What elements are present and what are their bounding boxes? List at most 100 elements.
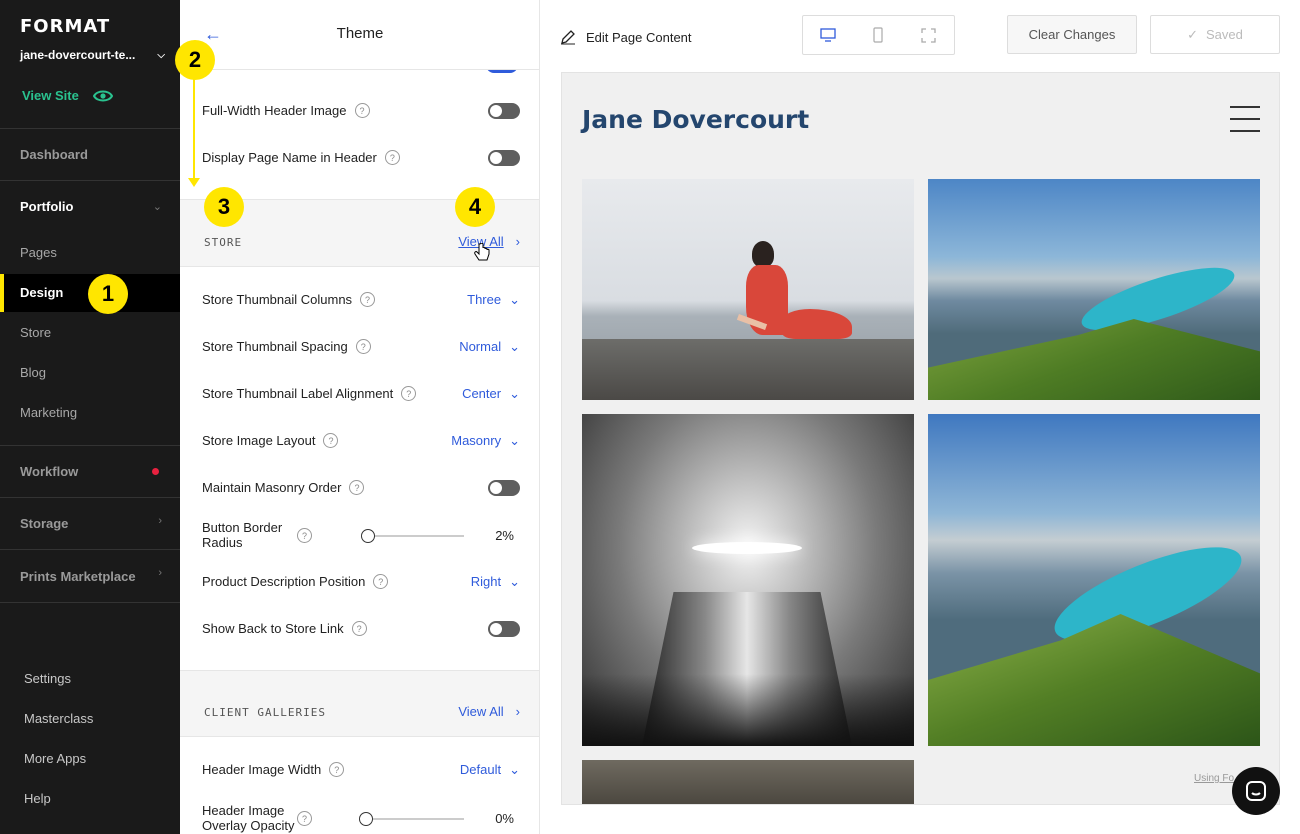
setting-thumb-columns: Store Thumbnail Columns? Three ⌄ (202, 292, 520, 307)
site-preview: Jane Dovercourt Using Fo (561, 72, 1280, 805)
setting-label-alignment: Store Thumbnail Label Alignment? Center ⌄ (202, 386, 520, 401)
help-icon[interactable]: ? (349, 480, 365, 495)
format-logo[interactable]: FORMAT (20, 16, 110, 37)
chevron-down-icon: ⌵ (157, 49, 165, 61)
sidebar-item-help[interactable]: Help (24, 791, 51, 806)
sidebar-item-portfolio[interactable]: Portfolio (20, 199, 73, 214)
section-title: STORE (204, 236, 243, 249)
view-site-link[interactable]: View Site (22, 88, 113, 103)
fullscreen-button[interactable] (904, 16, 954, 54)
chevron-down-icon: ⌄ (509, 385, 520, 401)
chevron-down-icon: ⌄ (509, 573, 520, 589)
pencil-icon (561, 30, 575, 45)
sidebar-item-marketing[interactable]: Marketing (20, 405, 77, 420)
annotation-badge-3: 3 (204, 187, 244, 227)
gallery-image-partial[interactable] (582, 760, 914, 804)
select-value: Center (462, 386, 502, 401)
panel-title: Theme (336, 25, 384, 42)
select-value: Three (467, 292, 502, 307)
device-toggle-group (802, 15, 955, 55)
label-alignment-select[interactable]: Center ⌄ (462, 386, 520, 402)
clear-changes-button[interactable]: Clear Changes (1007, 15, 1137, 54)
mobile-view-button[interactable] (853, 16, 903, 54)
divider (0, 180, 180, 181)
toggle-switch[interactable] (488, 102, 520, 119)
using-format-link[interactable]: Using Fo (1194, 773, 1234, 784)
setting-masonry-order: Maintain Masonry Order? (202, 479, 520, 496)
setting-label: Product Description Position (202, 574, 366, 589)
slider-value: 0% (495, 811, 514, 826)
chevron-down-icon: ⌄ (509, 761, 520, 777)
sidebar-item-storage[interactable]: Storage (20, 516, 68, 531)
annotation-arrowhead (188, 178, 200, 187)
help-icon[interactable]: ? (373, 574, 389, 589)
section-title: CLIENT GALLERIES (204, 706, 326, 719)
help-icon[interactable]: ? (329, 762, 345, 777)
overlay-opacity-slider[interactable] (359, 812, 464, 826)
divider (0, 445, 180, 446)
desktop-view-button[interactable] (803, 16, 853, 54)
chat-launcher-button[interactable] (1232, 767, 1280, 815)
setting-label: Display Page Name in Header (202, 150, 377, 165)
setting-image-layout: Store Image Layout? Masonry ⌄ (202, 433, 520, 448)
border-radius-slider[interactable] (361, 529, 464, 543)
help-icon[interactable]: ? (401, 386, 417, 401)
toggle-switch[interactable] (488, 479, 520, 496)
slider-value: 2% (495, 528, 514, 543)
hamburger-menu-icon[interactable] (1230, 106, 1260, 142)
help-icon[interactable]: ? (297, 811, 312, 826)
setting-thumb-spacing: Store Thumbnail Spacing? Normal ⌄ (202, 339, 520, 354)
sidebar-item-settings[interactable]: Settings (24, 671, 71, 686)
gallery-image-bw-dam[interactable] (582, 414, 914, 746)
sidebar-item-store[interactable]: Store (20, 325, 51, 340)
chevron-down-icon: ⌄ (509, 291, 520, 307)
select-value: Masonry (451, 433, 502, 448)
slider-knob[interactable] (359, 812, 373, 826)
sidebar-active-indicator (0, 274, 4, 312)
help-icon[interactable]: ? (354, 103, 370, 118)
toggle-switch[interactable] (488, 149, 520, 166)
sidebar-item-pages[interactable]: Pages (20, 245, 57, 260)
gallery-image-mountain-lake[interactable] (928, 179, 1260, 400)
divider (0, 602, 180, 603)
sidebar-item-design[interactable]: Design (20, 285, 63, 300)
gallery-image-woman-red-dress[interactable] (582, 179, 914, 400)
setting-label: Store Thumbnail Columns (202, 292, 353, 307)
chevron-right-icon: › (515, 234, 520, 249)
image-layout-select[interactable]: Masonry ⌄ (451, 433, 520, 449)
toggle-switch[interactable] (488, 620, 520, 637)
help-icon[interactable]: ? (351, 621, 367, 636)
help-icon[interactable]: ? (297, 528, 312, 543)
sidebar-item-dashboard[interactable]: Dashboard (20, 147, 88, 162)
help-icon[interactable]: ? (360, 292, 376, 307)
edit-page-content-link[interactable]: Edit Page Content (560, 29, 692, 45)
setting-page-name-header: Display Page Name in Header? (202, 149, 520, 166)
setting-overlay-opacity: Header Image Overlay Opacity ? 0% (202, 803, 520, 833)
sidebar-item-more-apps[interactable]: More Apps (24, 751, 86, 766)
thumb-spacing-select[interactable]: Normal ⌄ (459, 339, 520, 355)
sidebar-item-prints-marketplace[interactable]: Prints Marketplace (20, 569, 136, 584)
site-selector-label: jane-dovercourt-te... (20, 48, 136, 62)
slider-knob[interactable] (361, 529, 375, 543)
site-title[interactable]: Jane Dovercourt (582, 105, 809, 134)
galleries-view-all-link[interactable]: View All › (458, 704, 520, 719)
desktop-icon (820, 28, 836, 42)
header-width-select[interactable]: Default ⌄ (460, 762, 520, 778)
setting-back-to-store: Show Back to Store Link? (202, 620, 520, 637)
saved-button[interactable]: ✓ Saved (1150, 15, 1280, 54)
setting-label: Header Image Overlay Opacity (202, 803, 302, 833)
setting-full-width-header: Full-Width Header Image? (202, 102, 520, 119)
help-icon[interactable]: ? (323, 433, 339, 448)
site-selector[interactable]: jane-dovercourt-te... ⌵ (20, 48, 165, 62)
description-position-select[interactable]: Right ⌄ (471, 574, 520, 590)
gallery-image-mountain-lake-2[interactable] (928, 414, 1260, 746)
sidebar-item-masterclass[interactable]: Masterclass (24, 711, 93, 726)
sidebar-item-workflow[interactable]: Workflow (20, 464, 78, 479)
help-icon[interactable]: ? (355, 339, 371, 354)
thumb-columns-select[interactable]: Three ⌄ (467, 292, 520, 308)
setting-label: Full-Width Header Image (202, 103, 347, 118)
chat-icon (1246, 781, 1266, 801)
help-icon[interactable]: ? (384, 150, 400, 165)
chevron-right-icon: › (158, 567, 162, 579)
sidebar-item-blog[interactable]: Blog (20, 365, 46, 380)
